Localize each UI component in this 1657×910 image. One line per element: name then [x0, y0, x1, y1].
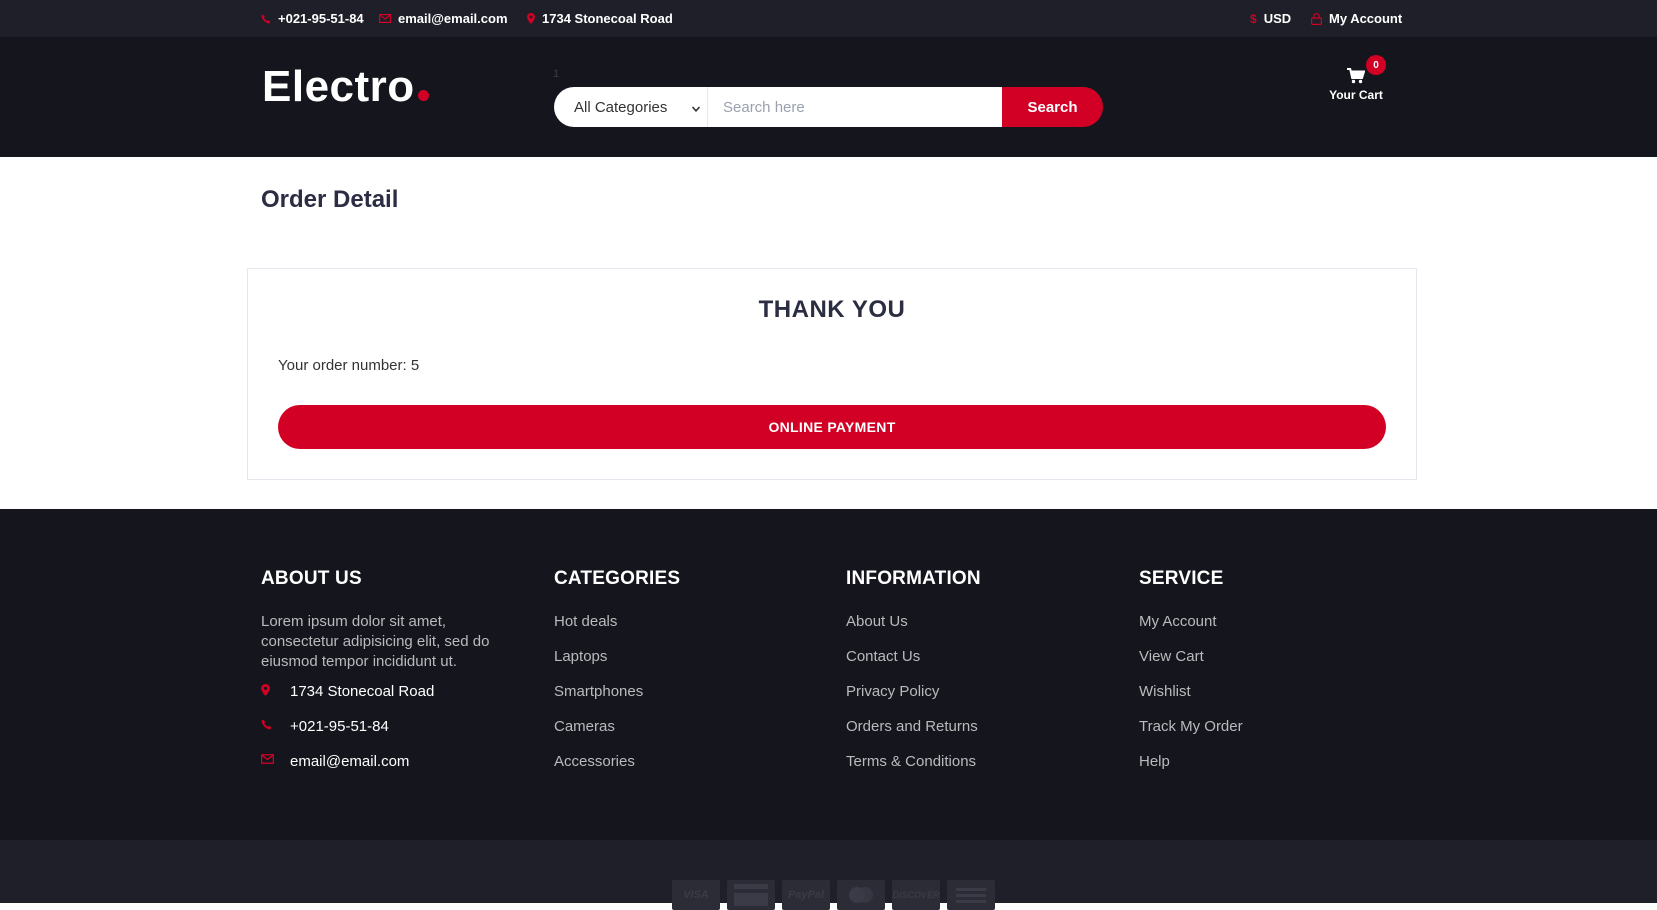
footer-information-column: INFORMATION About Us Contact Us Privacy … — [846, 568, 1116, 787]
map-marker-icon — [527, 13, 535, 24]
my-account-link[interactable]: My Account — [1311, 0, 1402, 37]
currency-selector[interactable]: $ USD — [1250, 0, 1291, 37]
footer-link-smartphones[interactable]: Smartphones — [554, 682, 824, 717]
footer-link-view-cart[interactable]: View Cart — [1139, 647, 1409, 682]
logo-text: Electro — [262, 62, 415, 111]
footer-contact-list: 1734 Stonecoal Road +021-95-51-84 email@… — [261, 682, 531, 787]
footer-link-orders-returns[interactable]: Orders and Returns — [846, 717, 1116, 752]
stray-text: 1 — [553, 68, 560, 80]
top-header: +021-95-51-84 email@email.com 1734 Stone… — [0, 0, 1657, 37]
footer-contact-email[interactable]: email@email.com — [261, 752, 531, 787]
footer-service-list: My Account View Cart Wishlist Track My O… — [1139, 612, 1409, 787]
footer-about-text: Lorem ipsum dolor sit amet, consectetur … — [261, 613, 490, 670]
footer-categories-list: Hot deals Laptops Smartphones Cameras Ac… — [554, 612, 824, 787]
order-number-text: Your order number: 5 — [278, 357, 420, 374]
topbar-phone-link[interactable]: +021-95-51-84 — [261, 0, 364, 37]
footer-link-laptops[interactable]: Laptops — [554, 647, 824, 682]
footer: ABOUT US Lorem ipsum dolor sit amet, con… — [0, 509, 1657, 840]
payment-icons: VISA PayPal DISCOVER — [672, 880, 995, 910]
thank-you-heading: THANK YOU — [758, 296, 906, 323]
amex-icon — [947, 880, 995, 910]
footer-link-wishlist[interactable]: Wishlist — [1139, 682, 1409, 717]
phone-icon — [261, 717, 290, 730]
dollar-icon: $ — [1250, 11, 1257, 26]
footer-address-text: 1734 Stonecoal Road — [290, 683, 435, 700]
footer-categories-column: CATEGORIES Hot deals Laptops Smartphones… — [554, 568, 824, 787]
footer-link-help[interactable]: Help — [1139, 752, 1409, 787]
category-select[interactable]: All Categories — [554, 87, 708, 127]
search-input[interactable] — [708, 87, 1002, 127]
footer-link-terms[interactable]: Terms & Conditions — [846, 752, 1116, 787]
paypal-icon: PayPal — [782, 880, 830, 910]
shopping-cart-icon — [1347, 68, 1366, 89]
credit-card-icon — [727, 880, 775, 910]
order-confirmation-box: THANK YOU Your order number: 5 ONLINE PA… — [247, 268, 1417, 480]
phone-icon — [261, 14, 271, 24]
footer-link-about-us[interactable]: About Us — [846, 612, 1116, 647]
my-account-text: My Account — [1329, 11, 1403, 26]
footer-link-accessories[interactable]: Accessories — [554, 752, 824, 787]
page-title: Order Detail — [261, 186, 399, 213]
footer-information-list: About Us Contact Us Privacy Policy Order… — [846, 612, 1116, 787]
user-icon — [1311, 12, 1322, 25]
bottom-footer: VISA PayPal DISCOVER — [0, 840, 1657, 910]
footer-link-my-account[interactable]: My Account — [1139, 612, 1409, 647]
site-logo[interactable]: Electro — [262, 62, 429, 112]
topbar-address-text: 1734 Stonecoal Road — [542, 11, 673, 26]
footer-link-cameras[interactable]: Cameras — [554, 717, 824, 752]
footer-link-contact-us[interactable]: Contact Us — [846, 647, 1116, 682]
footer-phone-text: +021-95-51-84 — [290, 718, 389, 735]
footer-service-title: SERVICE — [1139, 568, 1224, 589]
category-select-value: All Categories — [574, 98, 668, 116]
footer-link-track-order[interactable]: Track My Order — [1139, 717, 1409, 752]
search-button[interactable]: Search — [1002, 87, 1103, 127]
main-header: Electro 1 All Categories Search 0 Your C… — [0, 37, 1657, 157]
search-form: All Categories Search — [554, 87, 1103, 127]
cart-label: Your Cart — [1329, 88, 1383, 102]
cart-link[interactable]: 0 Your Cart — [1318, 55, 1394, 115]
topbar-address-link[interactable]: 1734 Stonecoal Road — [527, 0, 673, 37]
currency-text: USD — [1263, 11, 1292, 26]
footer-link-privacy-policy[interactable]: Privacy Policy — [846, 682, 1116, 717]
footer-about-column: ABOUT US Lorem ipsum dolor sit amet, con… — [261, 568, 531, 787]
envelope-icon — [261, 752, 290, 764]
footer-link-hot-deals[interactable]: Hot deals — [554, 612, 824, 647]
footer-service-column: SERVICE My Account View Cart Wishlist Tr… — [1139, 568, 1409, 787]
envelope-icon — [379, 14, 391, 23]
mastercard-icon — [837, 880, 885, 910]
logo-dot — [417, 90, 429, 101]
discover-icon: DISCOVER — [892, 880, 940, 910]
online-payment-button[interactable]: ONLINE PAYMENT — [278, 405, 1386, 449]
footer-categories-title: CATEGORIES — [554, 568, 681, 589]
footer-email-text: email@email.com — [290, 753, 410, 770]
footer-information-title: INFORMATION — [846, 568, 981, 589]
topbar-email-text: email@email.com — [398, 11, 508, 26]
topbar-phone-text: +021-95-51-84 — [278, 11, 364, 26]
map-marker-icon — [261, 682, 290, 696]
footer-contact-address[interactable]: 1734 Stonecoal Road — [261, 682, 531, 717]
topbar-email-link[interactable]: email@email.com — [379, 0, 508, 37]
chevron-down-icon — [691, 101, 701, 118]
footer-contact-phone[interactable]: +021-95-51-84 — [261, 717, 531, 752]
visa-icon: VISA — [672, 880, 720, 910]
footer-about-title: ABOUT US — [261, 568, 362, 589]
cart-count-badge: 0 — [1366, 55, 1386, 75]
